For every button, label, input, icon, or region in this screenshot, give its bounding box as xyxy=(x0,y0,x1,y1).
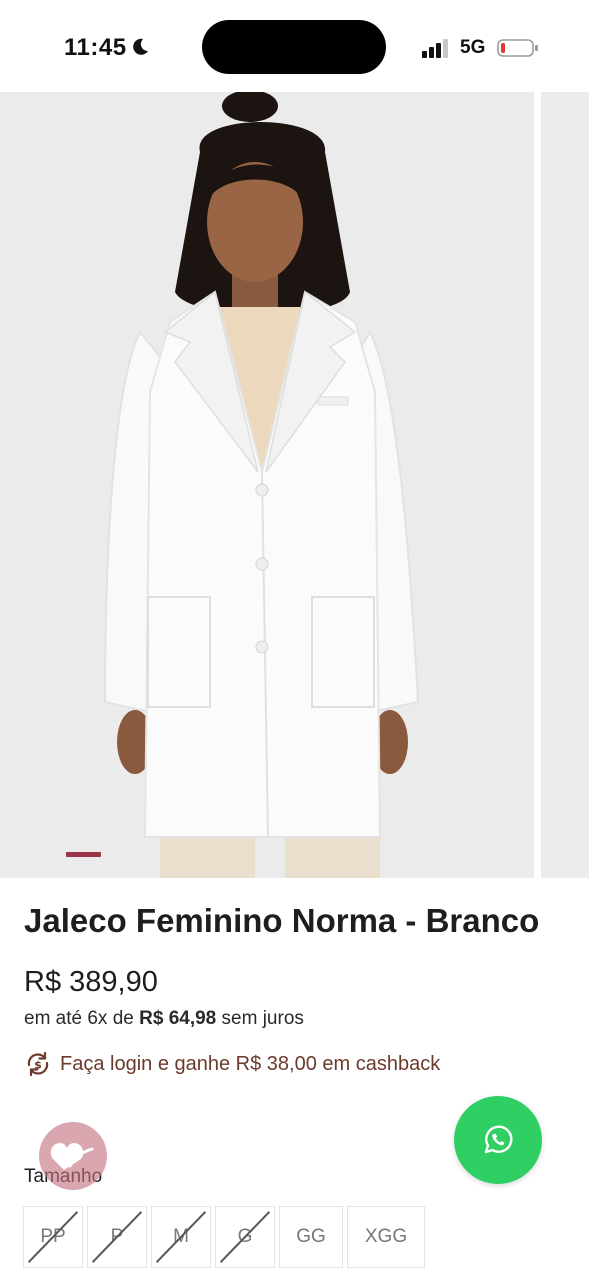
product-gallery[interactable] xyxy=(0,92,589,878)
size-option-label: GG xyxy=(296,1226,326,1247)
next-product-image[interactable] xyxy=(541,92,589,878)
dynamic-island xyxy=(202,20,386,74)
moon-icon xyxy=(133,38,148,55)
lab-coat-model-illustration xyxy=(0,92,534,878)
cashback-link[interactable]: $ Faça login e ganhe R$ 38,00 em cashbac… xyxy=(24,1048,440,1080)
status-bar: 11:45 5G xyxy=(0,0,589,92)
whatsapp-icon xyxy=(484,1125,513,1154)
battery-icon xyxy=(497,39,538,57)
whatsapp-button[interactable] xyxy=(454,1096,542,1184)
size-option[interactable]: PP xyxy=(23,1206,83,1268)
gallery-indicator-active[interactable] xyxy=(66,852,101,857)
size-option[interactable]: XGG xyxy=(347,1206,425,1268)
size-option[interactable]: P xyxy=(87,1206,147,1268)
product-price: R$ 389,90 xyxy=(24,966,158,998)
cashback-text: Faça login e ganhe R$ 38,00 em cashback xyxy=(60,1052,441,1075)
unavailable-strike-icon xyxy=(216,1207,274,1267)
heart-favorite-icon xyxy=(50,1143,94,1170)
cashback-cycle-icon: $ xyxy=(27,1051,49,1077)
product-title: Jaleco Feminino Norma - Branco xyxy=(24,902,540,939)
size-option[interactable]: G xyxy=(215,1206,275,1268)
size-options: PPPMGGGXGG xyxy=(23,1206,429,1268)
installments-suffix: sem juros xyxy=(221,1008,304,1029)
status-time: 11:45 xyxy=(64,34,127,61)
installments-info: em até 6x de R$ 64,98 sem juros xyxy=(24,1008,304,1030)
size-option[interactable]: M xyxy=(151,1206,211,1268)
network-label: 5G xyxy=(460,37,486,58)
unavailable-strike-icon xyxy=(152,1207,210,1267)
size-option[interactable]: GG xyxy=(279,1206,343,1268)
favorite-button[interactable] xyxy=(39,1122,107,1190)
installments-prefix: em até 6x de xyxy=(24,1008,134,1029)
size-option-label: XGG xyxy=(364,1226,408,1247)
unavailable-strike-icon xyxy=(88,1207,146,1267)
unavailable-strike-icon xyxy=(24,1207,82,1267)
installment-value: R$ 64,98 xyxy=(139,1008,217,1029)
svg-text:$: $ xyxy=(34,1059,42,1072)
signal-icon xyxy=(422,39,448,58)
product-image[interactable] xyxy=(0,92,534,878)
